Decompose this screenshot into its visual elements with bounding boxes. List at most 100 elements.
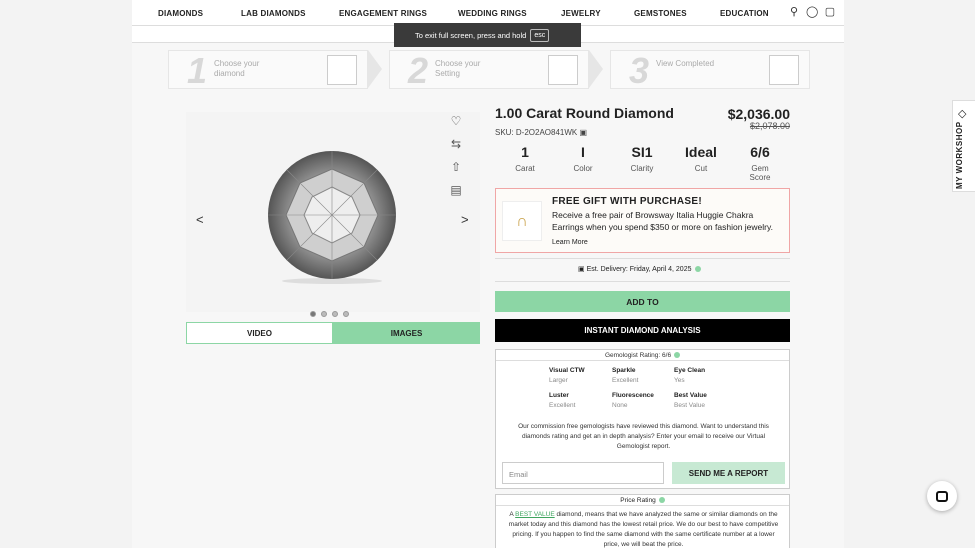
feature-name: Visual CTW [549, 367, 585, 374]
gemologist-description: Our commission free gemologists have rev… [518, 423, 769, 450]
workshop-label: MY WORKSHOP [955, 121, 964, 189]
gemologist-header-text: Gemologist Rating: 6/6 [604, 352, 672, 359]
spec-value: I [581, 144, 585, 160]
gallery-next-button[interactable]: > [461, 212, 469, 227]
user-icon[interactable]: ◯ [806, 6, 818, 18]
share-icon[interactable]: ⇧ [448, 160, 464, 183]
tab-video[interactable]: VIDEO [186, 322, 333, 344]
feature-luster: Luster Excellent [549, 391, 575, 411]
learn-more-link[interactable]: Learn More [552, 239, 588, 246]
price-rating-header-text: Price Rating [620, 497, 656, 504]
spec-label: Clarity [630, 164, 654, 173]
nav-diamonds[interactable]: DIAMONDS [158, 9, 203, 18]
divider [495, 258, 790, 259]
spec-gem-score: 6/6 Gem Score [735, 144, 785, 182]
nav-engagement-rings[interactable]: ENGAGEMENT RINGS [339, 9, 427, 18]
gemologist-rating-panel: Gemologist Rating: 6/6 Visual CTW Larger … [495, 349, 790, 489]
feature-value: Excellent [612, 377, 639, 384]
gallery-dots [310, 311, 349, 317]
step-number: 1 [187, 50, 208, 91]
media-tabs: VIDEO IMAGES [186, 322, 480, 344]
compare-icon[interactable]: ⇆ [448, 137, 464, 160]
spec-value: 1 [521, 144, 529, 160]
chat-icon [936, 490, 948, 502]
step-choose-setting[interactable]: 2 Choose your Setting [389, 50, 589, 91]
price-rating-description: A BEST VALUE diamond, means that we have… [506, 510, 781, 548]
heart-icon[interactable]: ♡ [448, 114, 464, 137]
spec-label: Gem Score [749, 164, 771, 182]
cart-icon[interactable]: ▢ [824, 6, 836, 18]
spec-summary: 1 Carat I Color SI1 Clarity Ideal Cut 6/6 Gem… [495, 144, 790, 184]
step-arrow [589, 50, 603, 88]
copy-icon[interactable]: ▣ [579, 128, 587, 137]
nav-wedding-rings[interactable]: WEDDING RINGS [458, 9, 527, 18]
delivery-text: Est. Delivery: Friday, April 4, 2025 [586, 266, 692, 273]
step-label: Choose your Setting [435, 59, 481, 78]
search-icon[interactable]: ⚲ [788, 6, 800, 18]
ring-icon [548, 55, 578, 85]
nav-gemstones[interactable]: GEMSTONES [634, 9, 687, 18]
diamond-icon [327, 55, 357, 85]
gemologist-header: Gemologist Rating: 6/6 [496, 350, 789, 361]
chat-button[interactable] [927, 481, 957, 511]
spec-clarity: SI1 Clarity [617, 144, 667, 173]
spec-cut: Ideal Cut [676, 144, 726, 173]
promo-text: Receive a free pair of Browsway Italia H… [552, 210, 773, 232]
help-icon[interactable] [658, 497, 665, 504]
step-arrow [368, 50, 382, 88]
feature-name: Best Value [674, 392, 707, 399]
gallery-actions: ♡ ⇆ ⇧ ▤ [448, 114, 464, 206]
step-number: 2 [408, 50, 429, 91]
spec-value: SI1 [631, 144, 653, 160]
price-rating-panel: Price Rating A BEST VALUE diamond, means… [495, 494, 790, 548]
spec-carat: 1 Carat [500, 144, 550, 173]
product-price: $2,036.00 [727, 106, 790, 122]
feature-value: Larger [549, 377, 568, 384]
feature-value: Yes [674, 377, 685, 384]
spec-color: I Color [558, 144, 608, 173]
feature-name: Fluorescence [612, 392, 654, 399]
nav-education[interactable]: EDUCATION [720, 9, 769, 18]
feature-name: Eye Clean [674, 367, 706, 374]
nav-lab-diamonds[interactable]: LAB DIAMONDS [241, 9, 306, 18]
step-choose-diamond[interactable]: 1 Choose your diamond [168, 50, 368, 91]
gallery-dot[interactable] [332, 311, 338, 317]
certificate-icon[interactable]: ▤ [448, 183, 464, 206]
price-rating-header: Price Rating [496, 495, 789, 506]
gallery-dot[interactable] [321, 311, 327, 317]
divider [495, 281, 790, 282]
my-workshop-tab[interactable]: ◇ MY WORKSHOP [952, 100, 975, 192]
help-icon[interactable] [674, 352, 681, 359]
product-old-price: $2,078.00 [749, 121, 790, 131]
gallery-prev-button[interactable]: < [196, 212, 204, 227]
step-label: View Completed [656, 59, 715, 68]
help-icon[interactable] [694, 266, 701, 273]
best-value-link[interactable]: BEST VALUE [515, 511, 555, 518]
promo-heading: FREE GIFT WITH PURCHASE! [552, 196, 702, 207]
spec-value: Ideal [685, 144, 717, 160]
diamond-image [268, 151, 396, 284]
gallery-dot[interactable] [310, 311, 316, 317]
add-to-button[interactable]: ADD TO [495, 291, 790, 312]
product-sku: SKU: D-2O2AO841WK ▣ [495, 128, 587, 137]
send-report-button[interactable]: SEND ME A REPORT [672, 462, 785, 484]
gallery-dot[interactable] [343, 311, 349, 317]
free-gift-promo: ∩ FREE GIFT WITH PURCHASE! Receive a fre… [495, 188, 790, 253]
step-number: 3 [629, 50, 650, 91]
calendar-icon: ▣ [578, 266, 585, 273]
feature-sparkle: Sparkle Excellent [612, 366, 638, 386]
step-view-completed[interactable]: 3 View Completed [610, 50, 810, 91]
earrings-image: ∩ [502, 201, 542, 241]
fullscreen-toast: To exit full screen, press and hold esc [394, 23, 581, 47]
feature-best-value: Best Value Best Value [674, 391, 707, 411]
instant-diamond-analysis-button[interactable]: INSTANT DIAMOND ANALYSIS [495, 319, 790, 342]
build-steps: 1 Choose your diamond 2 Choose your Sett… [168, 50, 810, 91]
ring-icon [769, 55, 799, 85]
spec-label: Carat [515, 164, 535, 173]
feature-value: None [612, 402, 628, 409]
nav-jewelry[interactable]: JEWELRY [561, 9, 601, 18]
feature-visual-ctw: Visual CTW Larger [549, 366, 585, 386]
feature-name: Sparkle [612, 367, 636, 374]
tab-images[interactable]: IMAGES [333, 322, 480, 344]
email-field[interactable]: Email [502, 462, 664, 484]
